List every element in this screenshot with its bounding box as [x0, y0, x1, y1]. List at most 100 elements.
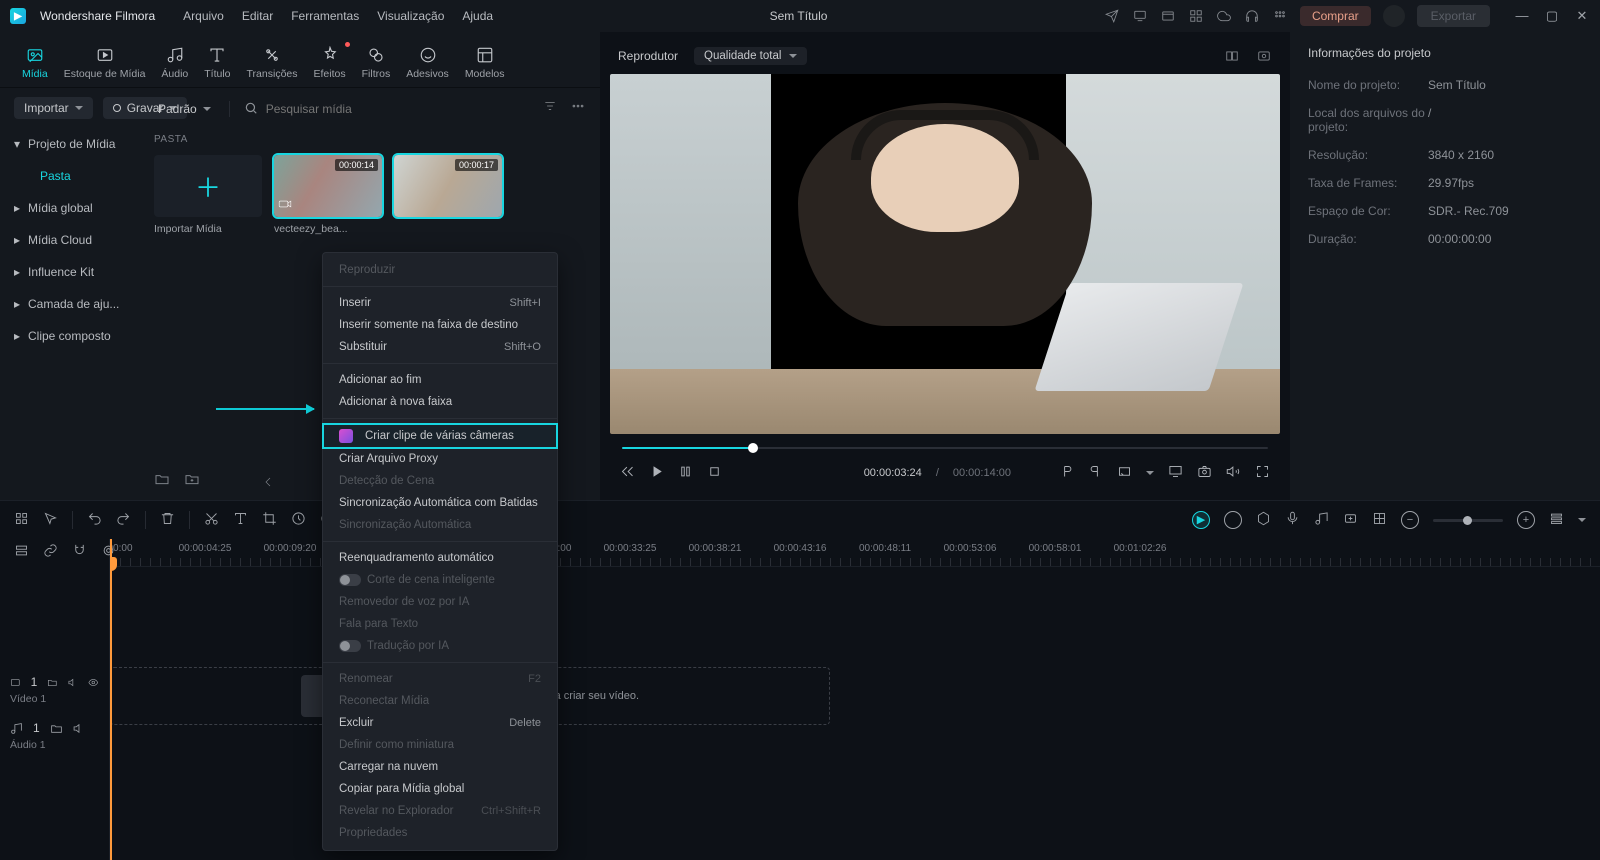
context-menu-item[interactable]: ExcluirDelete	[323, 712, 557, 734]
tab-templates[interactable]: Modelos	[465, 40, 505, 80]
tab-filters[interactable]: Filtros	[362, 40, 391, 80]
context-menu-item[interactable]: Sincronização Automática com Batidas	[323, 492, 557, 514]
secondary-circle-button[interactable]	[1224, 511, 1242, 529]
context-menu-item[interactable]: SubstituirShift+O	[323, 336, 557, 358]
video-track-header[interactable]: 1 Vídeo 1	[0, 667, 109, 713]
zoom-out-button[interactable]: −	[1401, 511, 1419, 529]
menu-edit[interactable]: Editar	[242, 9, 273, 23]
sidebar-item-folder[interactable]: Pasta	[0, 160, 140, 192]
menu-tools[interactable]: Ferramentas	[291, 9, 359, 23]
import-media-tile[interactable]: ＋ Importar Mídia	[154, 155, 262, 235]
tab-stickers[interactable]: Adesivos	[406, 40, 449, 80]
maximize-button[interactable]: ▢	[1544, 8, 1560, 24]
audio-track-header[interactable]: 1 Áudio 1	[0, 713, 109, 759]
tab-effects[interactable]: Efeitos	[314, 40, 346, 80]
context-menu-item[interactable]: InserirShift+I	[323, 292, 557, 314]
import-dropdown[interactable]: Importar	[14, 97, 93, 119]
menu-help[interactable]: Ajuda	[462, 9, 493, 23]
send-icon[interactable]	[1104, 8, 1120, 24]
inspector-title: Informações do projeto	[1308, 46, 1582, 60]
cut-icon[interactable]	[204, 511, 219, 529]
tab-title[interactable]: Título	[204, 40, 230, 80]
stop-icon[interactable]	[707, 464, 722, 482]
magnet-icon[interactable]	[72, 543, 87, 561]
compare-icon[interactable]	[1224, 48, 1240, 64]
select-tool-icon[interactable]	[14, 511, 29, 529]
sidebar-item-influence[interactable]: ▸Influence Kit	[0, 256, 140, 288]
sort-dropdown[interactable]: Padrão	[154, 100, 215, 118]
voiceover-icon[interactable]	[1285, 511, 1300, 529]
mark-out-icon[interactable]	[1088, 464, 1103, 482]
screen-icon[interactable]	[1132, 8, 1148, 24]
aspect-icon[interactable]	[1117, 464, 1132, 482]
snapshot-mode-icon[interactable]	[1256, 48, 1272, 64]
tab-stock[interactable]: Estoque de Mídia	[64, 40, 146, 80]
link-icon[interactable]	[43, 543, 58, 561]
new-folder-icon[interactable]	[154, 471, 170, 490]
context-menu-item[interactable]: Criar clipe de várias câmeras	[323, 424, 557, 448]
context-menu-item: RenomearF2	[323, 668, 557, 690]
grid-icon[interactable]	[1372, 511, 1387, 529]
context-menu-item[interactable]: Inserir somente na faixa de destino	[323, 314, 557, 336]
close-button[interactable]: ✕	[1574, 8, 1590, 24]
cloud-icon[interactable]	[1216, 8, 1232, 24]
pointer-tool-icon[interactable]	[43, 511, 58, 529]
minimize-button[interactable]: —	[1514, 8, 1530, 24]
context-menu-item[interactable]: Adicionar à nova faixa	[323, 391, 557, 413]
menu-file[interactable]: Arquivo	[183, 9, 224, 23]
tab-media[interactable]: Mídia	[22, 40, 48, 80]
export-button[interactable]: Exportar	[1417, 5, 1490, 27]
text-tool-icon[interactable]	[233, 511, 248, 529]
video-preview[interactable]	[610, 74, 1280, 434]
sidebar-item-global[interactable]: ▸Mídia global	[0, 192, 140, 224]
marker-icon[interactable]	[1256, 511, 1271, 529]
track-layout-icon[interactable]	[14, 543, 29, 561]
layout-icon[interactable]	[1188, 8, 1204, 24]
pause-icon[interactable]	[678, 464, 693, 482]
context-menu-item[interactable]: Copiar para Mídia global	[323, 778, 557, 800]
render-button[interactable]: ▶	[1192, 511, 1210, 529]
user-avatar[interactable]	[1383, 5, 1405, 27]
menu-view[interactable]: Visualização	[377, 9, 444, 23]
apps-icon[interactable]	[1272, 8, 1288, 24]
audio-beat-icon[interactable]	[1314, 511, 1329, 529]
window-icon[interactable]	[1160, 8, 1176, 24]
snapshot-icon[interactable]	[1197, 464, 1212, 482]
new-bin-icon[interactable]	[184, 471, 200, 490]
media-clip[interactable]: 00:00:14 vecteezy_bea...	[274, 155, 382, 235]
context-menu-item[interactable]: Criar Arquivo Proxy	[323, 448, 557, 470]
context-menu-item[interactable]: Carregar na nuvem	[323, 756, 557, 778]
sidebar-item-adjustment[interactable]: ▸Camada de aju...	[0, 288, 140, 320]
tab-transitions[interactable]: Transições	[247, 40, 298, 80]
tab-audio[interactable]: Áudio	[161, 40, 188, 80]
sidebar-item-cloud[interactable]: ▸Mídia Cloud	[0, 224, 140, 256]
context-menu-item[interactable]: Reenquadramento automático	[323, 547, 557, 569]
prev-frame-icon[interactable]	[620, 464, 635, 482]
display-icon[interactable]	[1168, 464, 1183, 482]
media-clip[interactable]: 00:00:17	[394, 155, 502, 235]
headphones-icon[interactable]	[1244, 8, 1260, 24]
fullscreen-icon[interactable]	[1255, 464, 1270, 482]
playhead[interactable]	[110, 539, 112, 860]
zoom-slider[interactable]	[1433, 519, 1503, 522]
zoom-in-button[interactable]: +	[1517, 511, 1535, 529]
undo-icon[interactable]	[87, 511, 102, 529]
sidebar-item-project-media[interactable]: ▾Projeto de Mídia	[0, 128, 140, 160]
volume-icon[interactable]	[1226, 464, 1241, 482]
delete-icon[interactable]	[160, 511, 175, 529]
crop-icon[interactable]	[262, 511, 277, 529]
timeline-options-icon[interactable]	[1549, 511, 1564, 529]
quality-dropdown[interactable]: Qualidade total	[694, 47, 807, 65]
redo-icon[interactable]	[116, 511, 131, 529]
scrub-bar[interactable]	[610, 440, 1280, 456]
context-menu-item[interactable]: Adicionar ao fim	[323, 369, 557, 391]
sidebar-item-compound[interactable]: ▸Clipe composto	[0, 320, 140, 352]
context-menu-item: Tradução por IA	[323, 635, 557, 657]
keyframe-icon[interactable]	[1343, 511, 1358, 529]
collapse-sidebar-icon[interactable]	[260, 474, 276, 490]
speed-icon[interactable]	[291, 511, 306, 529]
search-input[interactable]	[244, 98, 586, 120]
mark-in-icon[interactable]	[1059, 464, 1074, 482]
play-icon[interactable]	[649, 464, 664, 482]
buy-button[interactable]: Comprar	[1300, 6, 1371, 26]
